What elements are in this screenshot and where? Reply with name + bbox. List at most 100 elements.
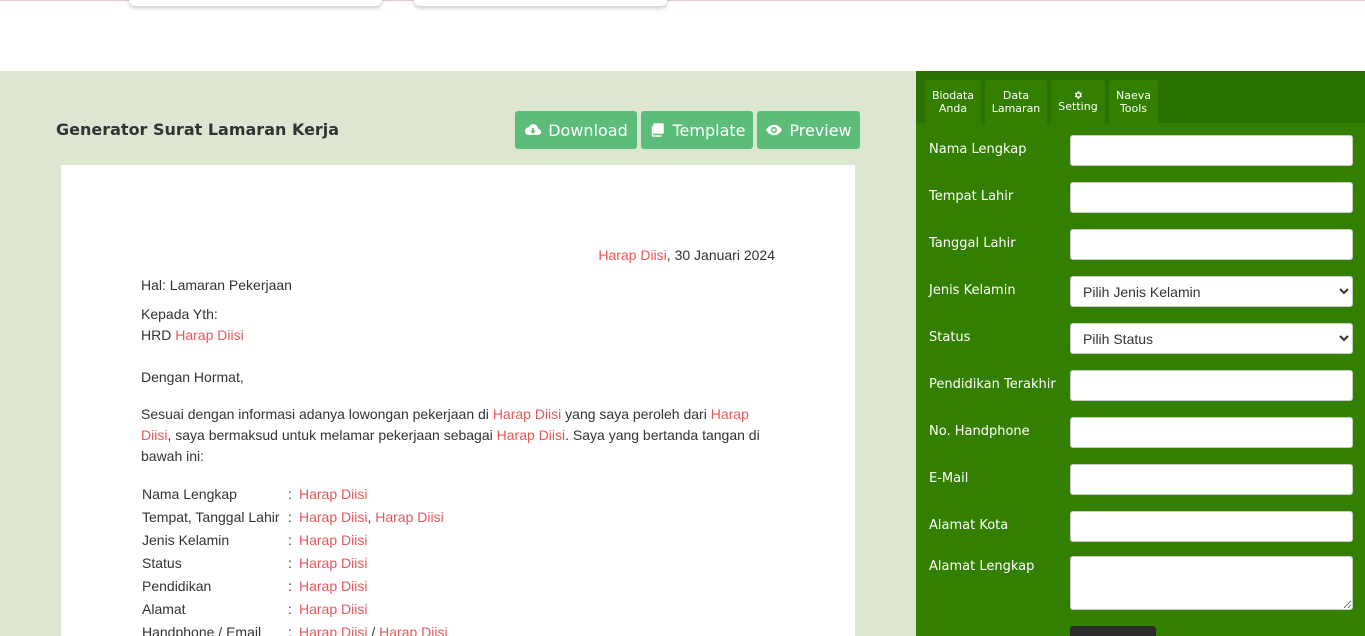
table-row: Jenis Kelamin: Harap Diisi xyxy=(141,528,449,551)
tab-data-lamaran[interactable]: Data Lamaran xyxy=(985,80,1047,123)
field-label: Jenis Kelamin xyxy=(929,283,1016,298)
row-label: Alamat xyxy=(142,600,186,617)
row-value: Harap Diisi, Harap Diisi xyxy=(298,505,449,528)
tab-naeva-tools[interactable]: Naeva Tools xyxy=(1109,80,1158,123)
row-colon: : xyxy=(288,531,292,548)
tab-label: Tools xyxy=(1119,101,1148,115)
placeholder-text: Harap Diisi xyxy=(299,554,368,571)
row-label: Handphone / Email xyxy=(142,623,262,636)
table-row: Nama Lengkap: Harap Diisi xyxy=(141,482,449,505)
row-value: Harap Diisi xyxy=(298,551,449,574)
handphone-input[interactable] xyxy=(1070,417,1353,448)
table-row: Pendidikan: Harap Diisi xyxy=(141,574,449,597)
field-label: Tanggal Lahir xyxy=(929,236,1016,251)
row-value: Harap Diisi / Harap Diisi xyxy=(298,620,449,636)
letter-subject: Hal: Lamaran Pekerjaan xyxy=(141,277,292,293)
row-label: Status xyxy=(142,554,182,571)
row-value: Harap Diisi xyxy=(298,574,449,597)
tab-label: Lamaran xyxy=(991,101,1041,115)
slash-text: / xyxy=(367,623,380,636)
submit-button[interactable] xyxy=(1070,626,1156,636)
tab-label: Data xyxy=(1002,88,1030,102)
sidebar-tabs: Biodata Anda Data Lamaran Setting Naeva … xyxy=(916,71,1365,123)
cloud-download-icon xyxy=(525,124,542,135)
row-label: Jenis Kelamin xyxy=(142,531,230,548)
field-label: Nama Lengkap xyxy=(929,142,1027,157)
placeholder-text: Harap Diisi xyxy=(375,508,444,525)
jenis-kelamin-select[interactable]: Pilih Jenis Kelamin xyxy=(1070,276,1353,307)
recipient-line-2: HRD Harap Diisi xyxy=(141,325,777,346)
field-label: Tempat Lahir xyxy=(929,189,1014,204)
row-colon: : xyxy=(288,554,292,571)
row-label: Nama Lengkap xyxy=(142,485,237,502)
download-label: Download xyxy=(548,120,628,140)
page-title: Generator Surat Lamaran Kerja xyxy=(56,120,340,139)
row-label: Pendidikan xyxy=(142,577,212,594)
body-text: Sesuai dengan informasi adanya lowongan … xyxy=(141,406,493,422)
row-colon: : xyxy=(288,600,292,617)
tempat-lahir-input[interactable] xyxy=(1070,182,1353,213)
row-colon: : xyxy=(288,508,292,525)
placeholder-text: Harap Diisi xyxy=(496,427,566,443)
row-colon: : xyxy=(288,485,292,502)
row-colon: : xyxy=(288,577,292,594)
top-card-right xyxy=(414,0,667,6)
placeholder-text: Harap Diisi xyxy=(299,508,368,525)
preview-label: Preview xyxy=(789,120,852,140)
placeholder-text: Harap Diisi xyxy=(492,406,562,422)
field-label: Alamat Kota xyxy=(929,518,1009,533)
letter-greeting: Dengan Hormat, xyxy=(141,369,244,385)
letter-body: Sesuai dengan informasi adanya lowongan … xyxy=(141,404,777,467)
tab-label: Anda xyxy=(938,101,968,115)
pendidikan-input[interactable] xyxy=(1070,370,1353,401)
template-button[interactable]: Template xyxy=(641,111,753,149)
table-row: Status: Harap Diisi xyxy=(141,551,449,574)
nama-lengkap-input[interactable] xyxy=(1070,135,1353,166)
tab-label: Naeva xyxy=(1116,88,1151,102)
row-value: Harap Diisi xyxy=(298,482,449,505)
form-sidebar: Biodata Anda Data Lamaran Setting Naeva … xyxy=(916,71,1365,636)
field-label: E-Mail xyxy=(929,471,969,486)
body-text: , saya bermaksud untuk melamar pekerjaan… xyxy=(167,427,497,443)
alamat-lengkap-textarea[interactable] xyxy=(1070,556,1353,610)
placeholder-text: Harap Diisi xyxy=(299,623,368,636)
table-row: Handphone / Email: Harap Diisi / Harap Di… xyxy=(141,620,449,636)
recipient-line-1: Kepada Yth: xyxy=(141,306,218,322)
field-label: No. Handphone xyxy=(929,424,1030,439)
tab-label: Setting xyxy=(1058,100,1098,113)
row-colon: : xyxy=(288,623,292,636)
hrd-text: HRD xyxy=(141,327,176,343)
tanggal-lahir-input[interactable] xyxy=(1070,229,1353,260)
status-select[interactable]: Pilih Status xyxy=(1070,323,1353,354)
placeholder-text: Harap Diisi xyxy=(299,531,368,548)
top-card-left xyxy=(129,0,382,6)
gear-icon xyxy=(1074,91,1082,99)
letter-recipient: Kepada Yth: HRD Harap Diisi xyxy=(141,304,777,346)
tab-label: Biodata xyxy=(931,88,975,102)
row-value: Harap Diisi xyxy=(298,528,449,551)
preview-button[interactable]: Preview xyxy=(757,111,860,149)
template-label: Template xyxy=(672,120,746,140)
placeholder-text: Harap Diisi xyxy=(299,577,368,594)
placeholder-text: Harap Diisi xyxy=(379,623,448,636)
tab-biodata-anda[interactable]: Biodata Anda xyxy=(925,80,981,123)
placeholder-text: Harap Diisi xyxy=(299,600,368,617)
download-button[interactable]: Download xyxy=(515,111,637,149)
eye-icon xyxy=(766,124,783,136)
tab-setting[interactable]: Setting xyxy=(1051,80,1105,123)
alamat-kota-input[interactable] xyxy=(1070,511,1353,542)
placeholder-text: Harap Diisi xyxy=(175,327,244,343)
email-input[interactable] xyxy=(1070,464,1353,495)
biodata-table: Nama Lengkap: Harap Diisi Tempat, Tanggal… xyxy=(141,482,449,636)
letter-preview: Harap Diisi, 30 Januari 2024 Hal: Lamara… xyxy=(61,165,855,636)
placeholder-text: Harap Diisi xyxy=(598,247,667,263)
field-label: Status xyxy=(929,330,971,345)
date-text: , 30 Januari 2024 xyxy=(666,247,775,263)
letter-date: Harap Diisi, 30 Januari 2024 xyxy=(598,247,775,263)
field-label: Pendidikan Terakhir xyxy=(929,377,1056,392)
body-text: yang saya peroleh dari xyxy=(561,406,711,422)
field-label: Alamat Lengkap xyxy=(929,559,1035,574)
table-row: Alamat: Harap Diisi xyxy=(141,597,449,620)
clone-icon xyxy=(652,123,665,137)
placeholder-text: Harap Diisi xyxy=(299,485,368,502)
